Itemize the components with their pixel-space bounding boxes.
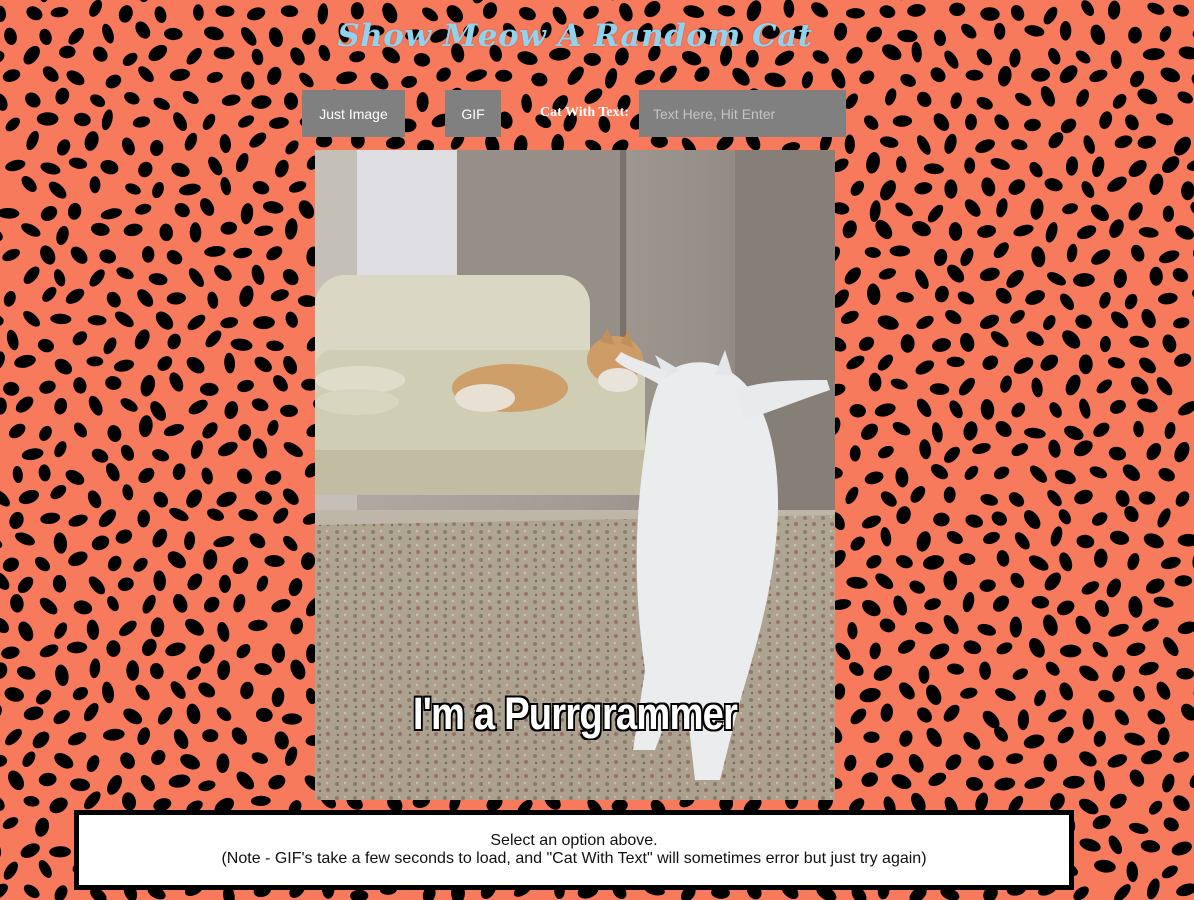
cat-with-text-label: Cat With Text: (540, 105, 629, 120)
just-image-button[interactable]: Just Image (302, 90, 405, 137)
status-message-line: Select an option above. (490, 832, 658, 849)
cat-text-input[interactable] (639, 90, 846, 137)
cat-image: I'm a Purrgrammer (315, 150, 835, 800)
status-message-box: Select an option above. (Note - GIF's ta… (74, 810, 1074, 890)
cat-image-caption: I'm a Purrgrammer (412, 688, 738, 739)
status-note-line: (Note - GIF's take a few seconds to load… (221, 850, 927, 867)
gif-button[interactable]: GIF (445, 90, 501, 137)
page-title: Show Meow A Random Cat (337, 18, 813, 54)
